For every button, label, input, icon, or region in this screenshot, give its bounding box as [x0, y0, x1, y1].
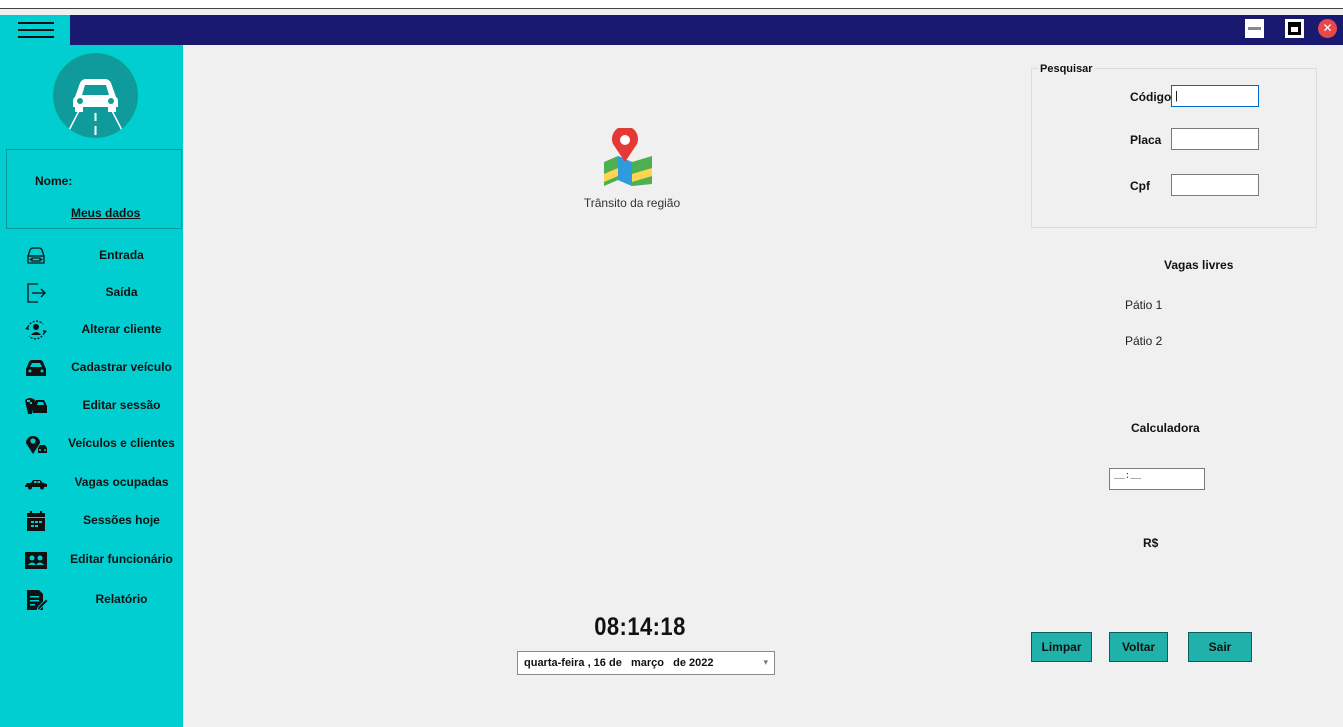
meus-dados-link[interactable]: Meus dados	[71, 206, 140, 220]
cpf-label: Cpf	[1130, 179, 1150, 193]
calendar-icon	[27, 511, 45, 531]
sidebar-item-veiculos-clientes[interactable]: Veículos e clientes	[0, 426, 183, 462]
sidebar-item-vagas-ocupadas[interactable]: Vagas ocupadas	[0, 465, 183, 501]
exit-icon	[27, 283, 46, 303]
placa-label: Placa	[1130, 133, 1162, 147]
close-icon[interactable]: ✕	[1318, 19, 1337, 38]
car-front-outline-icon	[27, 247, 45, 264]
sidebar-item-label: Saída	[105, 285, 138, 299]
currency-label: R$	[1143, 536, 1159, 550]
nome-label: Nome:	[35, 174, 73, 188]
codigo-input[interactable]	[1171, 85, 1259, 107]
sidebar-item-cadastrar-veiculo[interactable]: Cadastrar veículo	[0, 350, 183, 386]
limpar-button[interactable]: Limpar	[1031, 632, 1092, 662]
car-road-logo-icon	[53, 53, 138, 138]
car-add-icon	[26, 360, 46, 376]
cpf-input[interactable]	[1171, 174, 1259, 196]
taxi-edit-icon	[25, 398, 47, 414]
sidebar-item-editar-funcionario[interactable]: Editar funcionário	[0, 542, 183, 578]
title-bar[interactable]	[70, 15, 1343, 45]
sidebar-item-relatorio[interactable]: Relatório	[0, 582, 183, 618]
location-car-icon	[26, 436, 47, 454]
sidebar-item-entrada[interactable]: Entrada	[0, 238, 183, 274]
clock: 08:14:18	[594, 613, 686, 641]
search-group-title: Pesquisar	[1038, 63, 1095, 75]
maximize-icon[interactable]	[1285, 19, 1304, 38]
map-label: Trânsito da região	[583, 196, 681, 210]
sidebar-item-label: Sessões hoje	[83, 513, 160, 527]
sidebar-item-label: Veículos e clientes	[68, 436, 175, 450]
sidebar-item-alterar-cliente[interactable]: Alterar cliente	[0, 312, 183, 348]
calendar-dropdown-icon[interactable]: ▾	[763, 657, 768, 668]
employee-icon	[25, 552, 47, 569]
sidebar-item-sessoes-hoje[interactable]: Sessões hoje	[0, 503, 183, 539]
sidebar-item-editar-sessao[interactable]: Editar sessão	[0, 388, 183, 424]
codigo-label: Código	[1130, 90, 1172, 104]
patio-1-label: Pátio 1	[1125, 298, 1163, 312]
hamburger-menu-icon[interactable]	[0, 15, 70, 45]
sidebar: Nome: Meus dados Entrada Saída Alterar c…	[0, 45, 183, 727]
car-side-icon	[25, 480, 47, 490]
sidebar-item-label: Cadastrar veículo	[71, 360, 172, 374]
minimize-icon[interactable]	[1245, 19, 1264, 38]
sidebar-item-label: Alterar cliente	[81, 322, 162, 336]
sidebar-item-saida[interactable]: Saída	[0, 275, 183, 311]
sidebar-item-label: Editar sessão	[82, 398, 161, 412]
voltar-button[interactable]: Voltar	[1109, 632, 1168, 662]
report-edit-icon	[27, 590, 48, 611]
map-location-icon[interactable]	[600, 128, 656, 186]
sair-button[interactable]: Sair	[1188, 632, 1252, 662]
sidebar-item-label: Vagas ocupadas	[74, 475, 169, 489]
date-value: quarta-feira , 16 de março de 2022	[524, 657, 714, 669]
time-input[interactable]: __:__	[1109, 468, 1205, 490]
user-refresh-icon	[25, 320, 47, 340]
placa-input[interactable]	[1171, 128, 1259, 150]
sidebar-item-label: Entrada	[99, 248, 144, 262]
sidebar-item-label: Editar funcionário	[70, 552, 173, 566]
date-picker[interactable]: quarta-feira , 16 de março de 2022 ▾	[517, 651, 775, 675]
window-top-strip	[0, 0, 1343, 9]
user-panel: Nome: Meus dados	[6, 149, 182, 229]
vagas-livres-title: Vagas livres	[1164, 258, 1234, 272]
sidebar-item-label: Relatório	[95, 592, 148, 606]
calculadora-title: Calculadora	[1131, 421, 1200, 435]
patio-2-label: Pátio 2	[1125, 334, 1163, 348]
